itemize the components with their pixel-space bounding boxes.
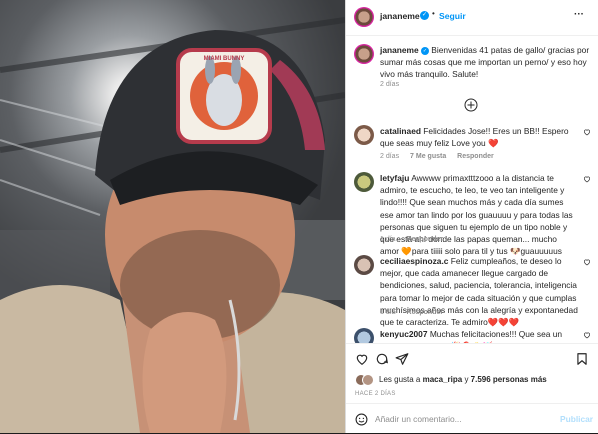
reply-button[interactable]: Responder: [407, 236, 444, 243]
comment-text-block: ceciliaespinoza.c Feliz cumpleaños, te d…: [380, 255, 578, 328]
comment-time[interactable]: 1 día: [380, 236, 396, 243]
verified-icon: ✓: [420, 11, 429, 20]
comment-avatar[interactable]: [354, 328, 374, 343]
reply-button[interactable]: Responder: [457, 153, 494, 160]
comment-icon[interactable]: [375, 352, 389, 366]
comment-input-bar: Añadir un comentario... Publicar: [346, 403, 598, 434]
caption-username[interactable]: jananeme: [380, 45, 419, 55]
caption-text-block: jananeme ✓ Bienvenidas 41 patas de gallo…: [380, 44, 590, 81]
comment-likes[interactable]: 7 Me gusta: [410, 153, 446, 160]
likes-row: Les gusta a maca_ripa y 7.596 personas m…: [355, 374, 595, 386]
post-header: jananeme ✓ • Seguir ···: [346, 0, 598, 36]
comment-meta: 1 día Responder: [380, 309, 452, 316]
comment-avatar[interactable]: [354, 172, 374, 192]
comment-text: Awwww primaxtttzooo a la distancia te ad…: [380, 173, 573, 257]
emoji-icon[interactable]: [355, 413, 368, 426]
post-modal: MIAMI BUNNY jananeme ✓ • Seguir ··· jana…: [0, 0, 598, 433]
likes-join: y: [464, 375, 469, 384]
verified-icon: ✓: [420, 46, 429, 55]
likes-count[interactable]: 7.596 personas más: [471, 375, 547, 384]
caption-meta: 2 días: [380, 81, 408, 88]
author-avatar[interactable]: [354, 7, 374, 27]
comment-username[interactable]: letyfaju: [380, 173, 409, 183]
bookmark-icon[interactable]: [575, 352, 589, 366]
comment-text-block: letyfaju Awwww primaxtttzooo a la distan…: [380, 172, 578, 257]
comment-avatar[interactable]: [354, 255, 374, 275]
comment-clip: kenyuc2007 Muchas felicitaciones!!! Que …: [346, 326, 598, 343]
liker-avatar[interactable]: [362, 374, 374, 386]
comment-like-icon[interactable]: [583, 175, 591, 183]
follow-button[interactable]: Seguir: [439, 11, 466, 21]
cap-patch-label: MIAMI BUNNY: [203, 56, 245, 62]
comment-text-block: kenyuc2007 Muchas felicitaciones!!! Que …: [380, 328, 578, 343]
caption-avatar[interactable]: [354, 44, 374, 64]
action-bar: [346, 343, 598, 370]
header-dot: •: [432, 9, 435, 18]
reply-button[interactable]: Responder: [407, 309, 444, 316]
comment-meta: 1 día Responder: [380, 236, 452, 243]
comment-meta: 2 días 7 Me gusta Responder: [380, 153, 503, 160]
author-username[interactable]: jananeme: [380, 11, 420, 21]
share-icon[interactable]: [395, 352, 409, 366]
comment-username[interactable]: kenyuc2007: [380, 329, 428, 339]
likes-label: Les gusta a: [379, 375, 421, 384]
comment-like-icon[interactable]: [583, 128, 591, 136]
post-photo-art: [0, 17, 345, 433]
add-circle-icon[interactable]: [464, 98, 478, 112]
comment-username[interactable]: catalinaed: [380, 126, 421, 136]
post-side-panel: jananeme ✓ • Seguir ··· jananeme ✓ Bienv…: [345, 0, 598, 433]
post-timestamp-text[interactable]: HACE 2 DÍAS: [355, 391, 396, 397]
liked-by-user[interactable]: maca_ripa: [423, 375, 463, 384]
publish-button[interactable]: Publicar: [560, 414, 593, 424]
caption-time[interactable]: 2 días: [380, 81, 399, 88]
comment-username[interactable]: ceciliaespinoza.c: [380, 256, 448, 266]
post-photo[interactable]: MIAMI BUNNY: [0, 0, 345, 433]
likes-text: Les gusta a maca_ripa y 7.596 personas m…: [379, 374, 547, 385]
comment-text: Feliz cumpleaños, te deseo lo mejor, que…: [380, 256, 578, 328]
comment-time[interactable]: 2 días: [380, 153, 399, 160]
heart-icon[interactable]: [355, 352, 369, 366]
more-icon[interactable]: ···: [574, 9, 584, 20]
post-timestamp: HACE 2 DÍAS: [355, 391, 405, 397]
comment-time[interactable]: 1 día: [380, 309, 396, 316]
comment-like-icon[interactable]: [583, 331, 591, 339]
comment-input[interactable]: Añadir un comentario...: [375, 414, 462, 424]
comment-like-icon[interactable]: [583, 258, 591, 266]
comment-avatar[interactable]: [354, 125, 374, 145]
comment-text-block: catalinaed Felicidades Jose!! Eres un BB…: [380, 125, 578, 149]
